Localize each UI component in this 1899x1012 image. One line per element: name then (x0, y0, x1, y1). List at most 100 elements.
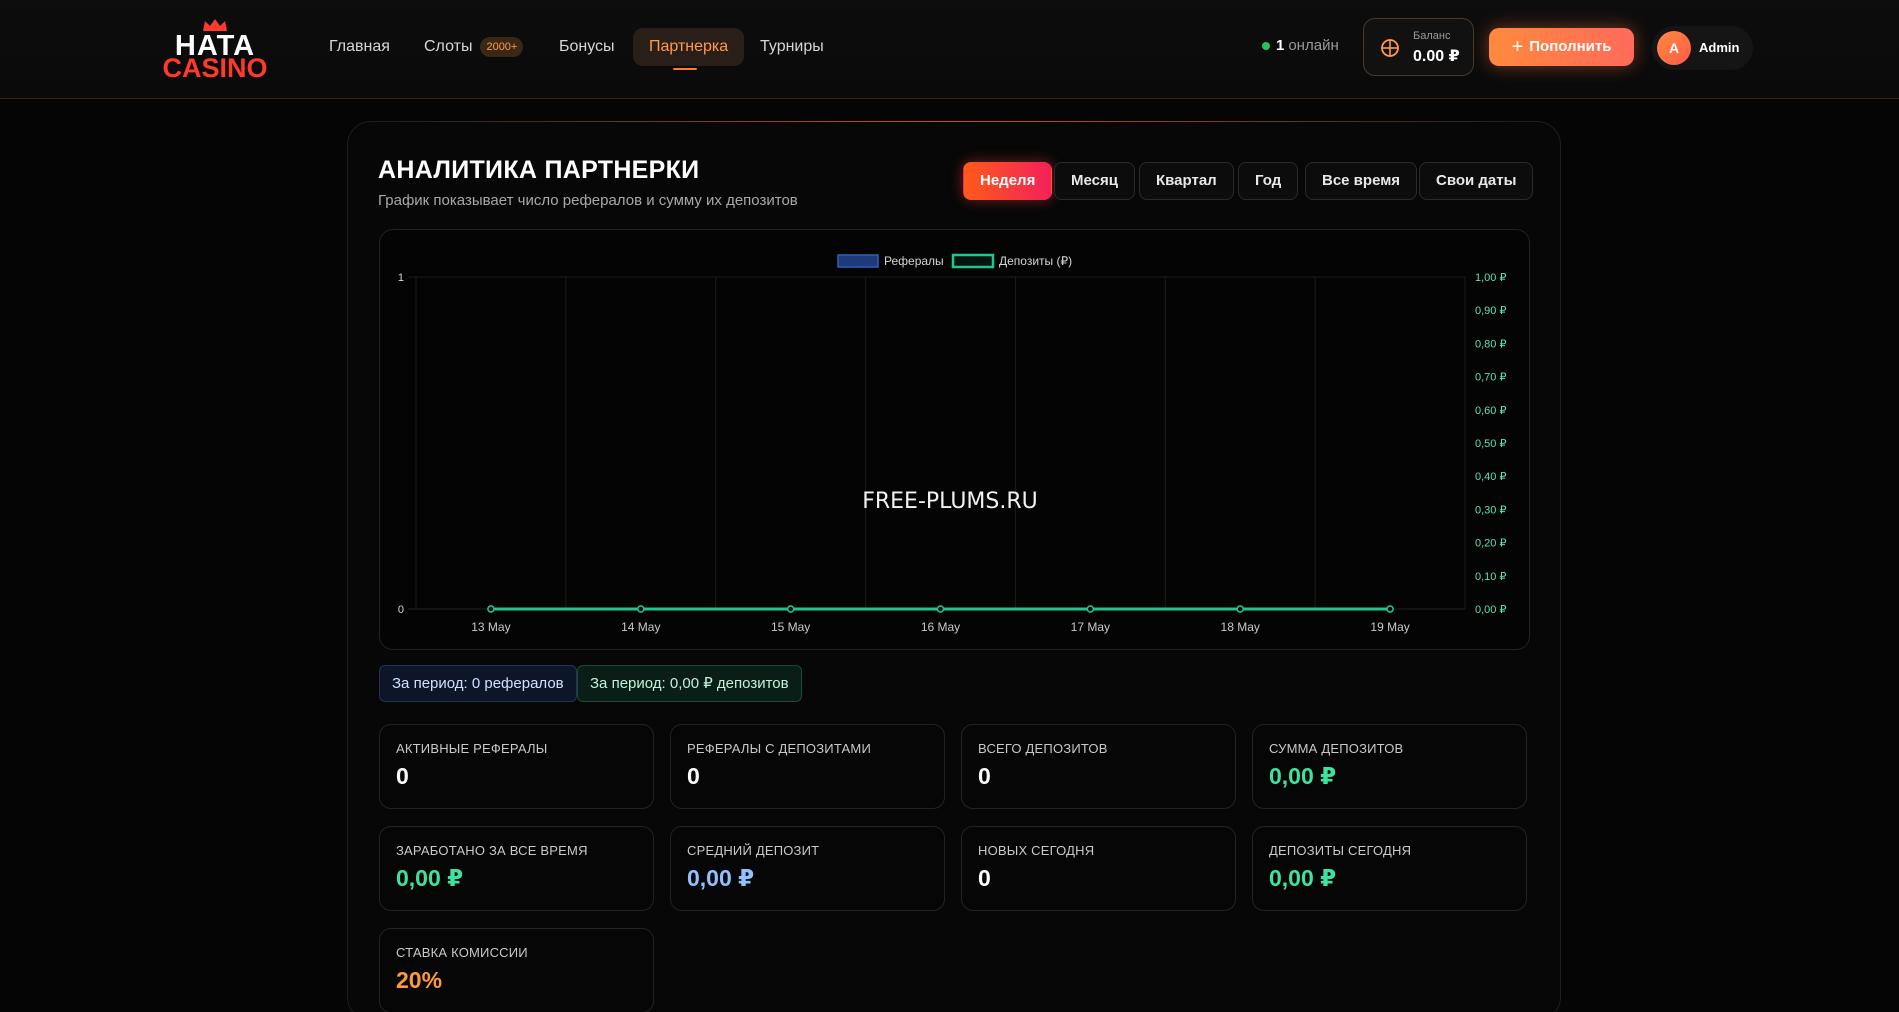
active-underline (673, 68, 697, 70)
balance-widget[interactable]: Баланс 0.00 ₽ (1363, 18, 1474, 76)
balance-label: Баланс (1413, 30, 1451, 42)
stat-card-label: АКТИВНЫЕ РЕФЕРАЛЫ (396, 741, 548, 756)
right-axis-tick-label: 0,60 ₽ (1475, 405, 1506, 417)
x-axis-tick-label: 16 May (921, 620, 960, 634)
casino-logo[interactable]: HATA CASINO (160, 18, 270, 82)
stat-card: СРЕДНИЙ ДЕПОЗИТ 0,00 ₽ (670, 826, 945, 911)
x-axis-tick-label: 15 May (771, 620, 810, 634)
stat-card-value: 0,00 ₽ (1269, 865, 1337, 891)
coin-icon (1381, 39, 1399, 57)
nav-item-label: Бонусы (559, 38, 615, 55)
online-label: онлайн (1288, 37, 1339, 54)
data-point (936, 605, 945, 613)
avatar: A (1657, 31, 1691, 65)
nav-item-label: Слоты (424, 38, 473, 55)
slots-count-badge: 2000+ (480, 36, 524, 57)
stat-card-value: 0 (978, 865, 991, 891)
balance-value: 0.00 ₽ (1413, 48, 1460, 65)
stat-card-label: ВСЕГО ДЕПОЗИТОВ (978, 741, 1108, 756)
stat-card-label: СТАВКА КОМИССИИ (396, 945, 528, 960)
period-deposits-chip: За период: 0,00 ₽ депозитов (577, 665, 802, 702)
data-point (1386, 605, 1394, 613)
stat-card-label: РЕФЕРАЛЫ С ДЕПОЗИТАМИ (687, 741, 871, 756)
user-menu[interactable]: A Admin (1652, 26, 1753, 70)
stat-card-value: 0,00 ₽ (687, 865, 755, 891)
stat-card-label: СУММА ДЕПОЗИТОВ (1269, 741, 1404, 756)
logo-text-bottom: CASINO (162, 53, 268, 83)
stat-card: ДЕПОЗИТЫ СЕГОДНЯ 0,00 ₽ (1252, 826, 1527, 911)
range-quarter-button[interactable]: Квартал (1139, 162, 1234, 200)
legend-label-deposits: Депозиты (₽) (999, 254, 1072, 268)
right-axis-tick-label: 0,90 ₽ (1475, 305, 1506, 317)
panel-top-glow (388, 121, 1520, 122)
stat-card-value: 0 (396, 763, 409, 789)
partner-analytics-panel: АНАЛИТИКА ПАРТНЕРКИ График показывает чи… (347, 121, 1561, 1012)
stat-card: СТАВКА КОМИССИИ 20% (379, 928, 654, 1012)
plus-icon: + (1511, 36, 1524, 58)
chart-canvas: 1 0 1,00 ₽ 0,90 ₽ 0,80 ₽ 0,70 ₽ 0,60 ₽ 0,50 ₽ 0,… (398, 253, 1506, 634)
right-axis-tick-label: 0,80 ₽ (1475, 338, 1506, 350)
stat-card: ЗАРАБОТАНО ЗА ВСЕ ВРЕМЯ 0,00 ₽ (379, 826, 654, 911)
stat-card: НОВЫХ СЕГОДНЯ 0 (961, 826, 1236, 911)
stat-card-label: СРЕДНИЙ ДЕПОЗИТ (687, 843, 820, 858)
left-axis-tick-label: 1 (398, 272, 404, 284)
online-dot-icon (1262, 42, 1270, 51)
right-axis-tick-label: 0,00 ₽ (1475, 604, 1506, 616)
data-point (637, 605, 645, 613)
data-point (1086, 605, 1095, 613)
nav-item-label: Турниры (760, 38, 824, 55)
nav-item-slots[interactable]: Слоты 2000+ (408, 28, 539, 66)
online-count: 1 (1276, 37, 1285, 54)
stat-card-value: 20% (396, 967, 443, 993)
stat-card: АКТИВНЫЕ РЕФЕРАЛЫ 0 (379, 724, 654, 809)
right-axis-tick-label: 1,00 ₽ (1475, 272, 1506, 284)
online-indicator: 1 онлайн (1262, 37, 1339, 54)
stat-card-value: 0,00 ₽ (1269, 763, 1337, 789)
deposit-button-label: Пополнить (1529, 38, 1612, 55)
user-name: Admin (1699, 40, 1740, 55)
nav-item-label: Партнерка (649, 38, 729, 55)
stat-card-label: ДЕПОЗИТЫ СЕГОДНЯ (1269, 843, 1412, 858)
x-axis-tick-label: 13 May (471, 620, 510, 634)
x-axis-tick-label: 17 May (1071, 620, 1110, 634)
right-axis-tick-label: 0,70 ₽ (1475, 372, 1506, 384)
stat-card-label: ЗАРАБОТАНО ЗА ВСЕ ВРЕМЯ (396, 843, 588, 858)
stat-card-value: 0 (978, 763, 991, 789)
nav-item-tournaments[interactable]: Турниры (744, 28, 840, 66)
nav-item-label: Главная (329, 38, 390, 55)
stat-card-value: 0,00 ₽ (396, 865, 464, 891)
page-title: АНАЛИТИКА ПАРТНЕРКИ (378, 156, 700, 184)
legend-swatch-referrals (837, 254, 879, 268)
range-week-button[interactable]: Неделя (963, 162, 1053, 200)
chart-watermark: FREE-PLUMS.RU (862, 489, 1038, 514)
x-axis-tick-label: 14 May (621, 620, 660, 634)
legend-swatch-deposits (951, 253, 995, 269)
data-point (786, 605, 795, 613)
period-referrals-chip: За период: 0 рефералов (379, 665, 577, 702)
stat-card-value: 0 (687, 763, 700, 789)
top-header: HATA CASINO Главная Слоты 2000+ Бонусы Па… (0, 0, 1899, 99)
x-axis-tick-label: 18 May (1221, 620, 1260, 634)
range-all-time-button[interactable]: Все время (1305, 162, 1418, 200)
range-custom-dates-button[interactable]: Свои даты (1419, 162, 1534, 200)
stat-card: РЕФЕРАЛЫ С ДЕПОЗИТАМИ 0 (670, 724, 945, 809)
right-axis-tick-label: 0,30 ₽ (1475, 504, 1506, 516)
data-point (1236, 605, 1244, 613)
right-axis-tick-label: 0,40 ₽ (1475, 471, 1506, 483)
stat-card: СУММА ДЕПОЗИТОВ 0,00 ₽ (1252, 724, 1527, 809)
right-axis-tick-label: 0,50 ₽ (1475, 438, 1506, 450)
nav-item-bonuses[interactable]: Бонусы (543, 28, 631, 66)
legend-label-referrals: Рефералы (884, 254, 944, 268)
right-axis-tick-label: 0,20 ₽ (1475, 538, 1506, 550)
data-point (487, 605, 495, 613)
deposit-button[interactable]: + Пополнить (1489, 28, 1634, 66)
analytics-chart: 1 0 1,00 ₽ 0,90 ₽ 0,80 ₽ 0,70 ₽ 0,60 ₽ 0,50 ₽ 0,… (379, 229, 1530, 650)
nav-item-partner[interactable]: Партнерка (633, 28, 745, 70)
page-subtitle: График показывает число рефералов и сумм… (378, 192, 798, 209)
x-axis-tick-label: 19 May (1370, 620, 1409, 634)
stat-card: ВСЕГО ДЕПОЗИТОВ 0 (961, 724, 1236, 809)
range-year-button[interactable]: Год (1238, 162, 1299, 200)
range-month-button[interactable]: Месяц (1054, 162, 1135, 200)
nav-item-home[interactable]: Главная (313, 28, 406, 66)
stat-card-label: НОВЫХ СЕГОДНЯ (978, 843, 1095, 858)
